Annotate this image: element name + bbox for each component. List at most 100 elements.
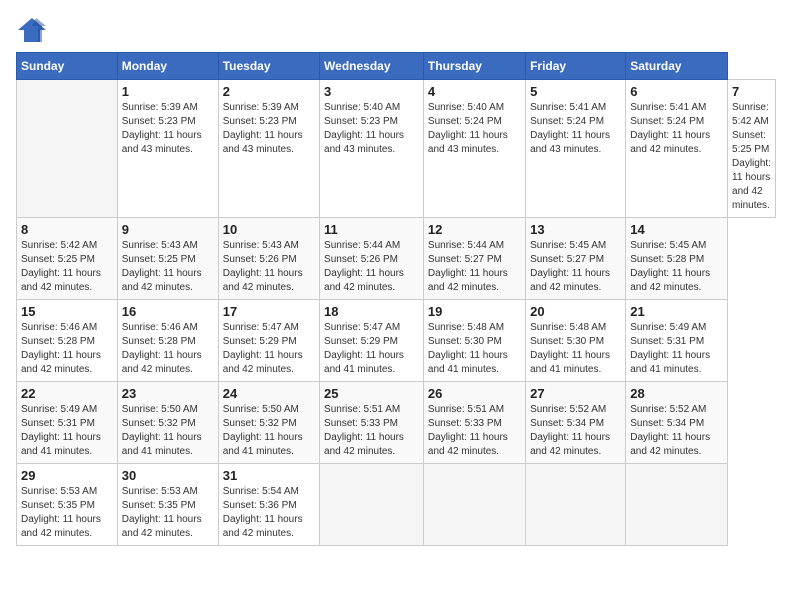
column-header-monday: Monday xyxy=(117,53,218,80)
day-number: 21 xyxy=(630,304,723,319)
day-info: Sunrise: 5:43 AMSunset: 5:26 PMDaylight:… xyxy=(223,239,315,295)
day-info: Sunrise: 5:52 AMSunset: 5:34 PMDaylight:… xyxy=(630,403,723,459)
day-info: Sunrise: 5:45 AMSunset: 5:28 PMDaylight:… xyxy=(630,239,723,295)
calendar-cell: 6 Sunrise: 5:41 AMSunset: 5:24 PMDaylight… xyxy=(626,80,728,218)
calendar-cell: 8 Sunrise: 5:42 AMSunset: 5:25 PMDaylight… xyxy=(17,218,118,300)
day-number: 26 xyxy=(428,386,521,401)
column-header-thursday: Thursday xyxy=(423,53,525,80)
calendar-cell: 11 Sunrise: 5:44 AMSunset: 5:26 PMDayligh… xyxy=(320,218,424,300)
day-info: Sunrise: 5:48 AMSunset: 5:30 PMDaylight:… xyxy=(428,321,521,377)
calendar-cell xyxy=(423,464,525,546)
day-info: Sunrise: 5:39 AMSunset: 5:23 PMDaylight:… xyxy=(223,101,315,157)
day-number: 6 xyxy=(630,84,723,99)
calendar-cell: 3Sunrise: 5:40 AMSunset: 5:23 PMDaylight… xyxy=(320,80,424,218)
calendar-cell: 14 Sunrise: 5:45 AMSunset: 5:28 PMDayligh… xyxy=(626,218,728,300)
calendar-cell: 12 Sunrise: 5:44 AMSunset: 5:27 PMDayligh… xyxy=(423,218,525,300)
day-number: 29 xyxy=(21,468,113,483)
logo xyxy=(16,16,52,44)
day-info: Sunrise: 5:53 AMSunset: 5:35 PMDaylight:… xyxy=(21,485,113,541)
calendar-cell: 9 Sunrise: 5:43 AMSunset: 5:25 PMDaylight… xyxy=(117,218,218,300)
day-info: Sunrise: 5:47 AMSunset: 5:29 PMDaylight:… xyxy=(324,321,419,377)
day-info: Sunrise: 5:40 AMSunset: 5:24 PMDaylight:… xyxy=(428,101,521,157)
day-number: 30 xyxy=(122,468,214,483)
day-info: Sunrise: 5:51 AMSunset: 5:33 PMDaylight:… xyxy=(324,403,419,459)
day-number: 13 xyxy=(530,222,621,237)
day-info: Sunrise: 5:42 AMSunset: 5:25 PMDaylight:… xyxy=(732,101,771,213)
calendar-cell: 27Sunrise: 5:52 AMSunset: 5:34 PMDayligh… xyxy=(526,382,626,464)
day-number: 24 xyxy=(223,386,315,401)
day-info: Sunrise: 5:44 AMSunset: 5:26 PMDaylight:… xyxy=(324,239,419,295)
day-info: Sunrise: 5:49 AMSunset: 5:31 PMDaylight:… xyxy=(630,321,723,377)
calendar-cell: 5 Sunrise: 5:41 AMSunset: 5:24 PMDaylight… xyxy=(526,80,626,218)
calendar-cell: 31Sunrise: 5:54 AMSunset: 5:36 PMDayligh… xyxy=(218,464,319,546)
calendar-week-2: 8 Sunrise: 5:42 AMSunset: 5:25 PMDaylight… xyxy=(17,218,776,300)
day-info: Sunrise: 5:41 AMSunset: 5:24 PMDaylight:… xyxy=(530,101,621,157)
day-number: 12 xyxy=(428,222,521,237)
day-info: Sunrise: 5:50 AMSunset: 5:32 PMDaylight:… xyxy=(223,403,315,459)
logo-icon xyxy=(16,16,48,44)
day-number: 10 xyxy=(223,222,315,237)
calendar-cell: 17Sunrise: 5:47 AMSunset: 5:29 PMDayligh… xyxy=(218,300,319,382)
calendar-cell: 24 Sunrise: 5:50 AMSunset: 5:32 PMDayligh… xyxy=(218,382,319,464)
day-info: Sunrise: 5:53 AMSunset: 5:35 PMDaylight:… xyxy=(122,485,214,541)
day-info: Sunrise: 5:44 AMSunset: 5:27 PMDaylight:… xyxy=(428,239,521,295)
day-number: 14 xyxy=(630,222,723,237)
day-number: 18 xyxy=(324,304,419,319)
day-info: Sunrise: 5:40 AMSunset: 5:23 PMDaylight:… xyxy=(324,101,419,157)
day-number: 16 xyxy=(122,304,214,319)
day-info: Sunrise: 5:51 AMSunset: 5:33 PMDaylight:… xyxy=(428,403,521,459)
calendar-cell: 16 Sunrise: 5:46 AMSunset: 5:28 PMDayligh… xyxy=(117,300,218,382)
day-info: Sunrise: 5:48 AMSunset: 5:30 PMDaylight:… xyxy=(530,321,621,377)
day-info: Sunrise: 5:46 AMSunset: 5:28 PMDaylight:… xyxy=(122,321,214,377)
day-number: 31 xyxy=(223,468,315,483)
day-number: 28 xyxy=(630,386,723,401)
day-number: 1 xyxy=(122,84,214,99)
calendar-cell: 19 Sunrise: 5:48 AMSunset: 5:30 PMDayligh… xyxy=(423,300,525,382)
column-header-wednesday: Wednesday xyxy=(320,53,424,80)
calendar-cell xyxy=(320,464,424,546)
calendar-table: SundayMondayTuesdayWednesdayThursdayFrid… xyxy=(16,52,776,546)
day-number: 19 xyxy=(428,304,521,319)
day-info: Sunrise: 5:45 AMSunset: 5:27 PMDaylight:… xyxy=(530,239,621,295)
calendar-cell xyxy=(626,464,728,546)
calendar-cell: 4 Sunrise: 5:40 AMSunset: 5:24 PMDaylight… xyxy=(423,80,525,218)
calendar-cell: 20 Sunrise: 5:48 AMSunset: 5:30 PMDayligh… xyxy=(526,300,626,382)
calendar-cell: 15Sunrise: 5:46 AMSunset: 5:28 PMDayligh… xyxy=(17,300,118,382)
day-info: Sunrise: 5:50 AMSunset: 5:32 PMDaylight:… xyxy=(122,403,214,459)
calendar-cell: 18 Sunrise: 5:47 AMSunset: 5:29 PMDayligh… xyxy=(320,300,424,382)
day-info: Sunrise: 5:41 AMSunset: 5:24 PMDaylight:… xyxy=(630,101,723,157)
column-header-tuesday: Tuesday xyxy=(218,53,319,80)
day-info: Sunrise: 5:46 AMSunset: 5:28 PMDaylight:… xyxy=(21,321,113,377)
calendar-cell: 7Sunrise: 5:42 AMSunset: 5:25 PMDaylight… xyxy=(728,80,776,218)
day-number: 23 xyxy=(122,386,214,401)
day-number: 2 xyxy=(223,84,315,99)
day-number: 4 xyxy=(428,84,521,99)
calendar-cell: 22Sunrise: 5:49 AMSunset: 5:31 PMDayligh… xyxy=(17,382,118,464)
day-info: Sunrise: 5:49 AMSunset: 5:31 PMDaylight:… xyxy=(21,403,113,459)
calendar-week-5: 29 Sunrise: 5:53 AMSunset: 5:35 PMDayligh… xyxy=(17,464,776,546)
calendar-cell: 13 Sunrise: 5:45 AMSunset: 5:27 PMDayligh… xyxy=(526,218,626,300)
calendar-cell: 25 Sunrise: 5:51 AMSunset: 5:33 PMDayligh… xyxy=(320,382,424,464)
day-number: 20 xyxy=(530,304,621,319)
header-row: SundayMondayTuesdayWednesdayThursdayFrid… xyxy=(17,53,776,80)
calendar-cell: 2 Sunrise: 5:39 AMSunset: 5:23 PMDaylight… xyxy=(218,80,319,218)
calendar-cell: 26 Sunrise: 5:51 AMSunset: 5:33 PMDayligh… xyxy=(423,382,525,464)
calendar-cell: 1Sunrise: 5:39 AMSunset: 5:23 PMDaylight… xyxy=(117,80,218,218)
calendar-cell: 29 Sunrise: 5:53 AMSunset: 5:35 PMDayligh… xyxy=(17,464,118,546)
column-header-friday: Friday xyxy=(526,53,626,80)
day-info: Sunrise: 5:43 AMSunset: 5:25 PMDaylight:… xyxy=(122,239,214,295)
calendar-cell xyxy=(526,464,626,546)
day-number: 17 xyxy=(223,304,315,319)
calendar-week-1: 1 Sunrise: 5:39 AMSunset: 5:23 PMDaylight… xyxy=(17,80,776,218)
calendar-cell xyxy=(17,80,118,218)
day-info: Sunrise: 5:52 AMSunset: 5:34 PMDaylight:… xyxy=(530,403,621,459)
calendar-cell: 23 Sunrise: 5:50 AMSunset: 5:32 PMDayligh… xyxy=(117,382,218,464)
day-number: 25 xyxy=(324,386,419,401)
day-number: 9 xyxy=(122,222,214,237)
day-number: 11 xyxy=(324,222,419,237)
day-number: 5 xyxy=(530,84,621,99)
calendar-week-4: 22Sunrise: 5:49 AMSunset: 5:31 PMDayligh… xyxy=(17,382,776,464)
day-number: 8 xyxy=(21,222,113,237)
calendar-cell: 30 Sunrise: 5:53 AMSunset: 5:35 PMDayligh… xyxy=(117,464,218,546)
day-info: Sunrise: 5:42 AMSunset: 5:25 PMDaylight:… xyxy=(21,239,113,295)
